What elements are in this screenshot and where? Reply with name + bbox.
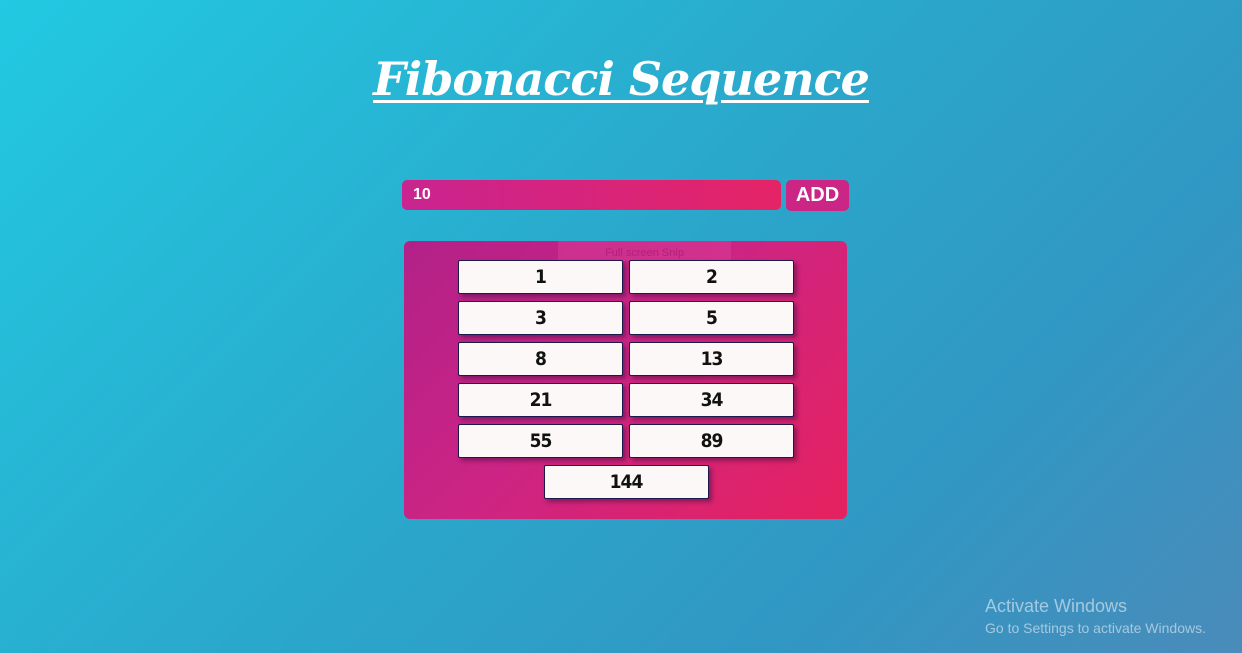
fibonacci-number: 1 (458, 260, 623, 294)
fibonacci-number: 144 (543, 465, 709, 499)
fibonacci-number: 8 (458, 342, 623, 376)
fibonacci-number: 34 (629, 383, 794, 417)
add-button[interactable]: ADD (786, 180, 849, 211)
fibonacci-number: 55 (458, 424, 623, 458)
fibonacci-grid: 1 2 3 5 8 13 21 34 55 89 144 (458, 260, 794, 499)
input-row: ADD (402, 180, 849, 211)
fibonacci-number: 21 (458, 383, 623, 417)
count-input[interactable] (402, 180, 781, 210)
watermark-title: Activate Windows (985, 596, 1128, 616)
fibonacci-number: 5 (629, 301, 794, 335)
watermark-subtitle: Go to Settings to activate Windows. (985, 620, 1206, 636)
page-title: Fibonacci Sequence (373, 52, 870, 106)
activation-watermark: Activate Windows Go to Settings to activ… (985, 595, 1206, 638)
fibonacci-number: 2 (629, 260, 794, 294)
results-panel: Full screen Snip 1 2 3 5 8 13 21 34 55 8… (404, 241, 847, 519)
fibonacci-number: 13 (629, 342, 794, 376)
fibonacci-number: 89 (629, 424, 794, 458)
snip-tooltip: Full screen Snip (558, 241, 731, 261)
fibonacci-number: 3 (458, 301, 623, 335)
